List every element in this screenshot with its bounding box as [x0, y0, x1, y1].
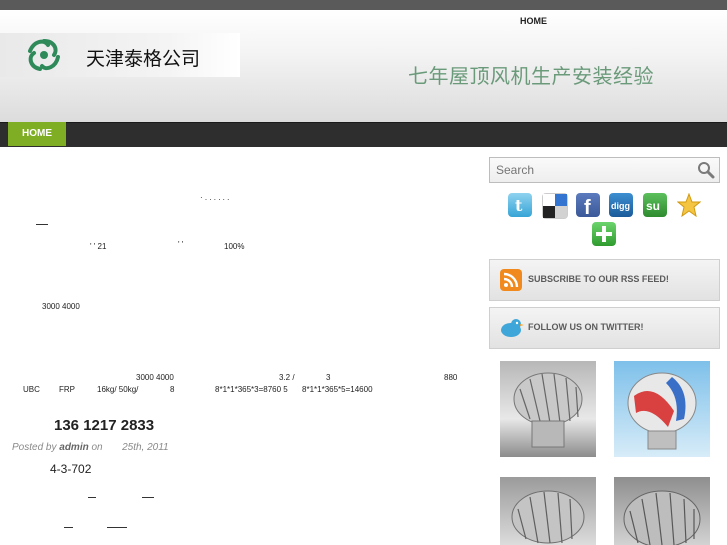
meta-on-label: on: [91, 442, 103, 453]
content-text: 100%: [224, 242, 245, 251]
content-text: 3.2 /: [279, 373, 295, 382]
product-image[interactable]: [614, 361, 710, 457]
facebook-icon[interactable]: f: [576, 193, 600, 219]
content-text: 8: [170, 385, 175, 394]
svg-text:digg: digg: [611, 201, 630, 211]
site-tagline: 七年屋顶风机生产安装经验: [408, 64, 654, 88]
main-nav-bar: [0, 122, 727, 147]
top-strip: [0, 0, 727, 10]
phone-number: 136 1217 2833: [54, 417, 155, 434]
content-text: 3000 4000: [136, 373, 174, 382]
site-logo-text[interactable]: 天津泰格公司: [86, 44, 200, 71]
content-text: ' ' 21: [90, 242, 107, 251]
delicious-icon[interactable]: [542, 193, 568, 219]
twitter-follow-box[interactable]: FOLLOW US ON TWITTER!: [489, 307, 720, 349]
swirl-logo-icon[interactable]: [24, 35, 64, 75]
rss-label[interactable]: SUBSCRIBE TO OUR RSS FEED!: [528, 274, 669, 284]
svg-text:t: t: [515, 196, 523, 215]
turbine-vent-image: [511, 490, 585, 544]
turbine-vent-image: [627, 372, 697, 450]
content-text: 8*1*1*365*3=8760 5: [215, 385, 288, 394]
content-text: 16kg/ 50kg/: [97, 385, 139, 394]
search-input[interactable]: [496, 162, 686, 177]
main-content: [0, 146, 480, 545]
content-text: UBC: [23, 385, 40, 394]
rss-subscribe-box[interactable]: SUBSCRIBE TO OUR RSS FEED!: [489, 259, 720, 301]
search-icon[interactable]: [697, 161, 715, 179]
twitter-label[interactable]: FOLLOW US ON TWITTER!: [528, 322, 643, 332]
meta-author-link[interactable]: admin: [59, 442, 88, 453]
search-box: [489, 157, 720, 183]
twitter-bird-icon: [501, 319, 524, 337]
nav-item-home[interactable]: HOME: [8, 122, 66, 146]
meta-date: 25th, 2011: [122, 442, 169, 453]
product-image[interactable]: [500, 361, 596, 457]
content-text: 8*1*1*365*5=14600: [302, 385, 373, 394]
rss-icon: [500, 269, 522, 291]
favorite-star-icon[interactable]: [677, 193, 701, 217]
post-meta: Posted by admin on 25th, 2011: [12, 442, 169, 453]
content-underline: [142, 497, 154, 498]
address-text: 4-3-702: [50, 462, 92, 476]
svg-text:su: su: [646, 199, 660, 213]
content-underline: [36, 224, 48, 225]
top-nav-home-link[interactable]: HOME: [520, 16, 547, 26]
content-text: 3000 4000: [42, 302, 80, 311]
content-text: ' ': [178, 240, 184, 249]
stumbleupon-icon[interactable]: su: [643, 193, 667, 217]
digg-icon[interactable]: digg: [609, 193, 633, 217]
product-image[interactable]: [614, 477, 710, 545]
content-underline: [88, 497, 96, 498]
turbine-vent-image: [513, 372, 583, 448]
product-image[interactable]: [500, 477, 596, 545]
add-plus-icon[interactable]: [592, 222, 616, 246]
content-text: 880: [444, 373, 458, 382]
meta-posted-label: Posted by: [12, 442, 57, 453]
turbine-vent-image: [623, 490, 701, 545]
content-text: FRP: [59, 385, 75, 394]
content-text: 3: [326, 373, 331, 382]
content-underline: [64, 527, 73, 528]
twitter-icon[interactable]: t: [508, 193, 532, 217]
svg-text:f: f: [584, 197, 591, 217]
content-text: · . . . . . .: [200, 193, 230, 202]
content-underline: [107, 527, 127, 528]
